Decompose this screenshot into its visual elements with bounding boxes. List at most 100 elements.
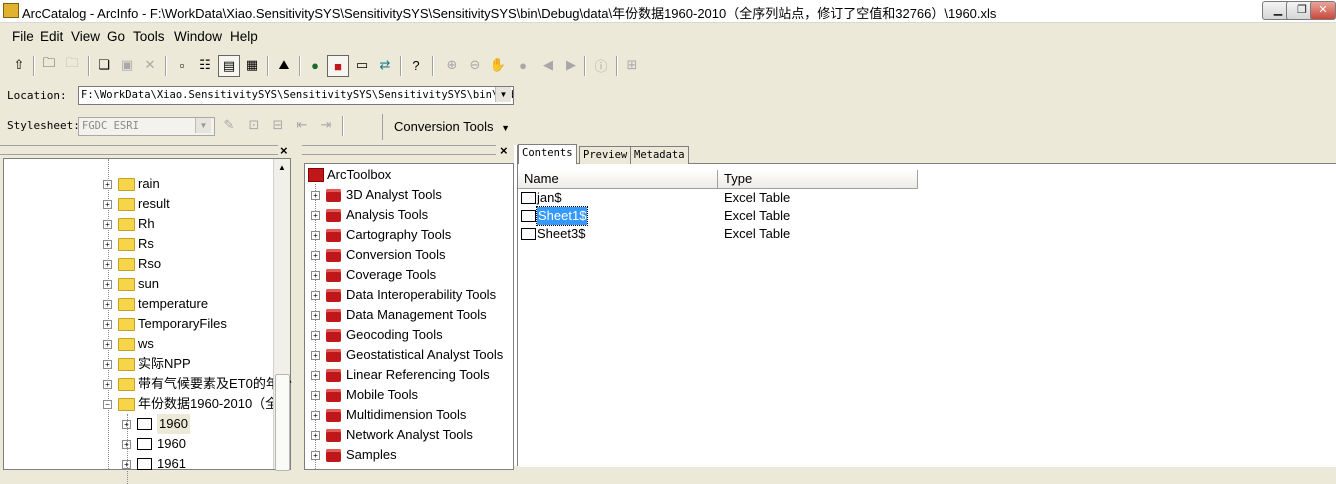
menu-go[interactable]: Go [107, 29, 125, 44]
location-dropdown-icon[interactable]: ▼ [495, 87, 511, 102]
pane-splitter[interactable] [294, 145, 300, 466]
expand-icon[interactable]: + [311, 251, 320, 260]
expand-icon[interactable]: + [103, 280, 112, 289]
tree-item[interactable]: + result [4, 194, 274, 214]
expand-icon[interactable]: + [311, 331, 320, 340]
zoom-in-icon[interactable]: ⊕ [442, 55, 462, 75]
scroll-thumb[interactable] [275, 374, 290, 471]
create-metadata-icon[interactable]: ⊟ [268, 115, 288, 135]
model-builder-icon[interactable]: ⇄ [375, 55, 395, 75]
details-view-icon[interactable]: ▤ [218, 55, 240, 77]
command-line-icon[interactable]: ▭ [352, 55, 372, 75]
expand-icon[interactable]: + [103, 220, 112, 229]
toolbox-item[interactable]: + Geocoding Tools [305, 325, 505, 345]
toolbox-item[interactable]: + Coverage Tools [305, 265, 505, 285]
expand-icon[interactable]: + [311, 451, 320, 460]
expand-icon[interactable]: + [311, 391, 320, 400]
expand-icon[interactable]: + [103, 300, 112, 309]
tree-item[interactable]: + 1960 [4, 434, 274, 454]
tree-item[interactable]: + rain [4, 174, 274, 194]
tree-item[interactable]: + Rso [4, 254, 274, 274]
menu-tools[interactable]: Tools [133, 29, 165, 44]
edit-metadata-icon[interactable]: ✎ [219, 115, 239, 135]
identify-icon[interactable]: ⓘ [591, 55, 611, 75]
menu-view[interactable]: View [71, 29, 100, 44]
tab-metadata[interactable]: Metadata [630, 146, 689, 164]
expand-icon[interactable]: + [311, 371, 320, 380]
pane-grip[interactable] [302, 145, 496, 155]
tree-item[interactable]: − 年份数据1960-2010（全 [4, 394, 278, 414]
list-view-icon[interactable]: ☷ [195, 55, 215, 75]
tree-item[interactable]: + 1960 [4, 414, 274, 434]
forward-arrow-icon[interactable]: ▶ [561, 55, 581, 75]
expand-icon[interactable]: + [311, 231, 320, 240]
toolbox-item[interactable]: + Network Analyst Tools [305, 425, 505, 445]
conversion-tools-menu[interactable]: Conversion Tools ▼ [382, 114, 524, 140]
menu-edit[interactable]: Edit [40, 29, 63, 44]
expand-icon[interactable]: + [103, 380, 112, 389]
expand-icon[interactable]: + [103, 180, 112, 189]
launch-arcmap-icon[interactable]: ⛰ [274, 55, 294, 75]
expand-icon[interactable]: + [311, 191, 320, 200]
tree-item[interactable]: + 1961 [4, 454, 274, 474]
menu-help[interactable]: Help [230, 29, 258, 44]
collapse-icon[interactable]: − [103, 400, 112, 409]
toolbox-item[interactable]: + Data Management Tools [305, 305, 505, 325]
full-extent-icon[interactable]: ● [513, 55, 533, 75]
disconnect-folder-icon[interactable]: 🗀 [62, 55, 82, 75]
connect-folder-icon[interactable]: 🗀 [39, 55, 59, 75]
expand-icon[interactable]: + [311, 431, 320, 440]
zoom-out-icon[interactable]: ⊖ [465, 55, 485, 75]
tree-item[interactable]: + 带有气候要素及ET0的年份 [4, 374, 292, 394]
pan-icon[interactable]: ✋ [488, 55, 508, 75]
expand-icon[interactable]: + [311, 351, 320, 360]
tab-contents[interactable]: Contents [518, 144, 577, 164]
expand-icon[interactable]: + [311, 311, 320, 320]
expand-icon[interactable]: + [311, 271, 320, 280]
toolbox-item[interactable]: + Mobile Tools [305, 385, 505, 405]
menu-file[interactable]: File [12, 29, 34, 44]
table-row[interactable]: Sheet3$ Excel Table [520, 225, 920, 243]
toolbox-item[interactable]: + 3D Analyst Tools [305, 185, 505, 205]
column-header-name[interactable]: Name [518, 170, 718, 189]
expand-icon[interactable]: + [103, 200, 112, 209]
tree-item[interactable]: + ws [4, 334, 274, 354]
toolbox-item[interactable]: + Linear Referencing Tools [305, 365, 505, 385]
metadata-properties-icon[interactable]: ⊡ [244, 115, 264, 135]
import-metadata-icon[interactable]: ⇤ [292, 115, 312, 135]
expand-icon[interactable]: + [103, 240, 112, 249]
export-metadata-icon[interactable]: ⇥ [316, 115, 336, 135]
column-header-type[interactable]: Type [718, 170, 918, 189]
up-one-level-icon[interactable]: ⇧ [9, 55, 29, 75]
table-row[interactable]: jan$ Excel Table [520, 189, 920, 207]
thumbnails-view-icon[interactable]: ▦ [242, 55, 262, 75]
tab-preview[interactable]: Preview [579, 146, 632, 164]
scroll-up-icon[interactable]: ▲ [278, 163, 286, 172]
whats-this-help-icon[interactable]: ? [406, 55, 426, 75]
tree-vertical-scrollbar[interactable]: ▲ [273, 159, 290, 471]
pane-grip[interactable] [0, 145, 278, 155]
tree-item[interactable]: + temperature [4, 294, 274, 314]
tree-item[interactable]: + 实际NPP [4, 354, 274, 374]
toolbox-item[interactable]: + Samples [305, 445, 505, 465]
arctoolbox-tree[interactable]: ArcToolbox + 3D Analyst Tools + Analysis… [304, 163, 514, 470]
create-thumbnail-icon[interactable]: ⊞ [622, 55, 642, 75]
tree-item[interactable]: + Rs [4, 234, 274, 254]
copy-icon[interactable]: ❏ [94, 55, 114, 75]
tree-item[interactable]: + TemporaryFiles [4, 314, 274, 334]
arctoolbox-root[interactable]: ArcToolbox [327, 165, 391, 185]
close-icon[interactable]: × [280, 143, 288, 158]
search-globe-icon[interactable]: ● [305, 55, 325, 75]
expand-icon[interactable]: + [311, 211, 320, 220]
stylesheet-dropdown-icon[interactable]: ▼ [195, 118, 211, 133]
close-button[interactable]: ✕ [1310, 1, 1336, 20]
expand-icon[interactable]: + [103, 360, 112, 369]
expand-icon[interactable]: + [311, 291, 320, 300]
large-icons-view-icon[interactable]: ▫ [172, 55, 192, 75]
location-combobox[interactable]: F:\WorkData\Xiao.SensitivitySYS\Sensitiv… [78, 86, 514, 105]
catalog-tree[interactable]: + rain + result + Rh + Rs + Rso + sun + … [3, 158, 292, 484]
toolbox-item[interactable]: + Data Interoperability Tools [305, 285, 505, 305]
arctoolbox-icon[interactable]: ■ [327, 55, 349, 77]
back-arrow-icon[interactable]: ◀ [538, 55, 558, 75]
toolbox-item[interactable]: + Conversion Tools [305, 245, 505, 265]
